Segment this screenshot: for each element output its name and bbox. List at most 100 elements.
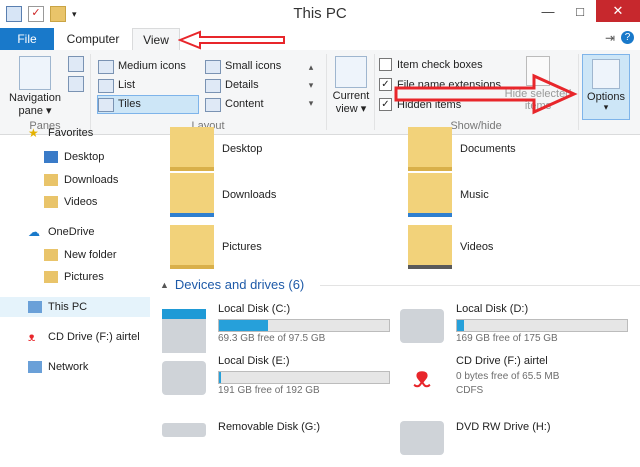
tiles-icon xyxy=(98,97,114,112)
tab-computer[interactable]: Computer xyxy=(56,28,130,50)
drive-name: Local Disk (D:) xyxy=(456,303,529,315)
drive-name: CD Drive (F:) airtel xyxy=(456,355,548,367)
layout-details[interactable]: Details xyxy=(205,77,259,94)
annotation-arrow-right xyxy=(394,73,578,115)
preview-pane-icon[interactable] xyxy=(68,56,84,72)
videos-folder-icon xyxy=(408,225,452,269)
pin-ribbon-icon[interactable]: ⇥ xyxy=(605,31,615,45)
navigation-pane-button[interactable]: Navigation pane ▾ xyxy=(6,56,64,117)
desktop-icon xyxy=(44,151,58,163)
hard-drive-icon xyxy=(400,309,444,343)
drive-free-space: 0 bytes free of 65.5 MB xyxy=(456,371,560,382)
separator xyxy=(326,54,327,130)
tab-file[interactable]: File xyxy=(0,28,54,50)
nav-item-cd-drive[interactable]: ᴥ CD Drive (F:) airtel xyxy=(28,327,140,347)
cloud-icon: ☁ xyxy=(28,225,40,239)
nav-item-desktop[interactable]: Desktop xyxy=(44,147,104,167)
nav-label: This PC xyxy=(48,301,88,313)
navigation-pane-label: Navigation xyxy=(9,92,61,104)
close-button[interactable]: ✕ xyxy=(596,0,640,22)
layout-small-icons[interactable]: Small icons xyxy=(205,58,281,75)
drive-free-space: 169 GB free of 175 GB xyxy=(456,333,558,344)
help-icon[interactable]: ? xyxy=(621,31,634,44)
navigation-pane-icon xyxy=(19,56,51,90)
folder-name: Videos xyxy=(460,241,494,253)
folder-tile-videos[interactable]: Videos xyxy=(408,225,493,269)
documents-icon xyxy=(408,127,452,171)
nav-item-downloads[interactable]: Downloads xyxy=(44,170,118,190)
tab-view[interactable]: View xyxy=(132,28,180,52)
separator xyxy=(374,54,375,130)
nav-label: New folder xyxy=(64,249,117,261)
layout-small-icons-label: Small icons xyxy=(225,60,282,72)
videos-icon xyxy=(44,196,58,208)
drive-tile-f[interactable]: ᴥ CD Drive (F:) airtel 0 bytes free of 6… xyxy=(400,355,626,405)
nav-label: OneDrive xyxy=(48,226,95,238)
layout-tiles[interactable]: Tiles xyxy=(97,95,199,114)
nav-item-pictures[interactable]: Pictures xyxy=(44,267,104,287)
nav-item-new-folder[interactable]: New folder xyxy=(44,245,117,265)
drive-usage-fill xyxy=(219,372,221,383)
nav-item-this-pc[interactable]: This PC xyxy=(0,297,150,317)
downloads-folder-icon xyxy=(170,173,214,217)
minimize-button[interactable]: — xyxy=(532,0,564,22)
navigation-pane-sublabel: pane ▾ xyxy=(18,105,52,117)
devices-section-header[interactable]: ▲ Devices and drives (6) xyxy=(160,277,304,292)
nav-label: Network xyxy=(48,361,89,373)
options-sublabel: ▾ xyxy=(603,102,609,112)
options-button[interactable]: Options ▾ xyxy=(582,54,630,120)
folder-tile-downloads[interactable]: Downloads xyxy=(170,173,276,217)
maximize-button[interactable]: □ xyxy=(564,0,596,22)
folder-tile-documents[interactable]: Documents xyxy=(408,127,516,171)
nav-item-network[interactable]: Network xyxy=(28,357,88,377)
drive-name: DVD RW Drive (H:) xyxy=(456,421,551,433)
drive-name: Local Disk (E:) xyxy=(218,355,290,367)
drive-usage-bar xyxy=(456,319,628,332)
layout-medium-icons[interactable]: Medium icons xyxy=(98,58,186,75)
folder-name: Pictures xyxy=(222,241,262,253)
layout-tiles-label: Tiles xyxy=(118,98,141,110)
folder-name: Desktop xyxy=(222,143,263,155)
nav-label: Videos xyxy=(64,196,98,208)
options-icon xyxy=(592,59,620,89)
drive-name: Removable Disk (G:) xyxy=(218,421,321,433)
folder-tile-pictures[interactable]: Pictures xyxy=(170,225,262,269)
nav-item-onedrive[interactable]: ☁ OneDrive xyxy=(28,222,94,242)
content-icon xyxy=(205,97,221,112)
small-icons-icon xyxy=(205,59,221,74)
folder-icon xyxy=(170,127,214,171)
downloads-icon xyxy=(44,174,58,186)
drive-tile-g[interactable]: Removable Disk (G:) xyxy=(162,421,388,467)
item-check-boxes-toggle[interactable]: Item check boxes xyxy=(379,58,483,71)
details-pane-icon[interactable] xyxy=(68,76,84,92)
current-view-label: Current xyxy=(332,90,370,102)
checkbox-checked-icon: ✓ xyxy=(379,78,392,91)
current-view-button[interactable]: Current view ▾ xyxy=(330,56,372,115)
dvd-drive-icon xyxy=(400,421,444,455)
drive-free-space: 191 GB free of 192 GB xyxy=(218,385,320,396)
collapse-icon: ▲ xyxy=(160,279,169,290)
drive-filesystem: CDFS xyxy=(456,385,484,396)
drive-free-space: 69.3 GB free of 97.5 GB xyxy=(218,333,326,344)
nav-item-videos[interactable]: Videos xyxy=(44,192,97,212)
drive-tile-h[interactable]: DVD RW Drive (H:) xyxy=(400,415,626,461)
folder-tile-music[interactable]: Music xyxy=(408,173,489,217)
airtel-icon: ᴥ xyxy=(28,330,36,344)
section-divider xyxy=(320,285,640,286)
layout-scroll[interactable]: ▴ ▾ ▾ xyxy=(306,58,316,112)
nav-item-favorites[interactable]: ★ Favorites xyxy=(28,123,93,143)
layout-content[interactable]: Content xyxy=(205,96,264,113)
medium-icons-icon xyxy=(98,59,114,74)
drive-tile-c[interactable]: Local Disk (C:) 69.3 GB free of 97.5 GB xyxy=(162,303,390,353)
pictures-folder-icon xyxy=(170,225,214,269)
drive-usage-fill xyxy=(457,320,464,331)
folder-tile-desktop[interactable]: Desktop xyxy=(170,127,262,171)
nav-label: Favorites xyxy=(48,127,94,139)
layout-list[interactable]: List xyxy=(98,77,135,94)
drive-tile-d[interactable]: Local Disk (D:) 169 GB free of 175 GB xyxy=(400,303,628,349)
layout-content-label: Content xyxy=(225,98,264,110)
layout-list-label: List xyxy=(118,79,136,91)
annotation-arrow-left xyxy=(178,30,285,50)
current-view-icon xyxy=(335,56,367,88)
drive-tile-e[interactable]: Local Disk (E:) 191 GB free of 192 GB xyxy=(162,355,390,401)
